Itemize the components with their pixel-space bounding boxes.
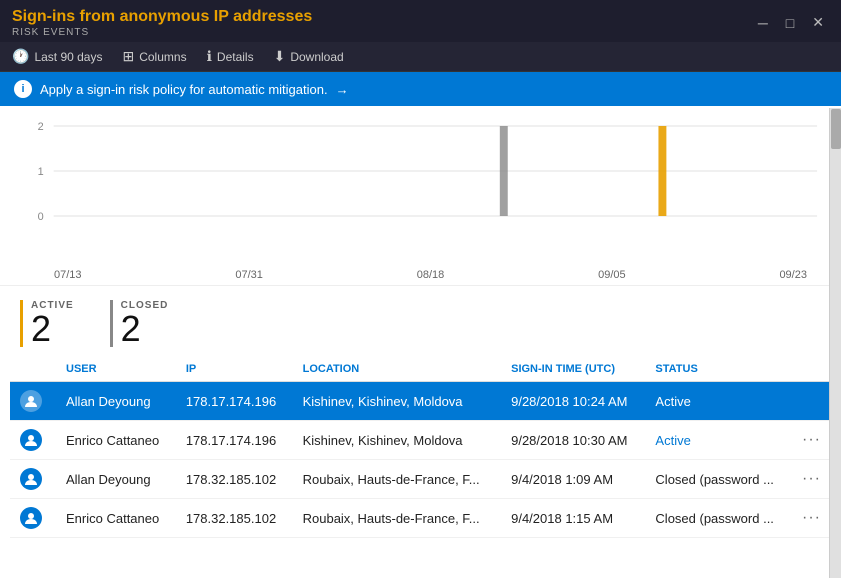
th-icon xyxy=(10,357,56,382)
scrollbar-thumb[interactable] xyxy=(831,109,841,149)
closed-value: 2 xyxy=(121,311,169,347)
active-stat: ACTIVE 2 xyxy=(20,300,94,347)
status-cell: Active xyxy=(645,382,792,421)
columns-button[interactable]: ⊞ Columns xyxy=(122,48,186,65)
maximize-button[interactable]: □ xyxy=(781,13,799,33)
signin-time: 9/28/2018 10:24 AM xyxy=(501,382,645,421)
banner-arrow[interactable]: → xyxy=(336,82,349,97)
active-value: 2 xyxy=(31,311,74,347)
row-menu-cell[interactable]: ··· xyxy=(792,460,831,499)
th-location: LOCATION xyxy=(293,357,502,382)
scrollbar[interactable] xyxy=(829,108,841,578)
info-banner: i Apply a sign-in risk policy for automa… xyxy=(0,72,841,106)
titlebar: Sign-ins from anonymous IP addresses RIS… xyxy=(0,0,841,42)
user-avatar xyxy=(20,390,42,412)
user-name: Allan Deyoung xyxy=(56,382,176,421)
x-label-1: 07/13 xyxy=(54,269,82,281)
signin-time: 9/4/2018 1:09 AM xyxy=(501,460,645,499)
close-button[interactable]: ✕ xyxy=(807,12,829,33)
th-user: USER xyxy=(56,357,176,382)
banner-text: Apply a sign-in risk policy for automati… xyxy=(40,82,328,97)
window-title: Sign-ins from anonymous IP addresses xyxy=(12,8,312,26)
table-row[interactable]: Enrico Cattaneo 178.17.174.196 Kishinev,… xyxy=(10,421,831,460)
user-icon-cell xyxy=(10,382,56,421)
table-container: USER IP LOCATION SIGN-IN TIME (UTC) STAT… xyxy=(0,357,841,538)
subtitle: RISK EVENTS xyxy=(12,27,312,38)
status-cell: Closed (password ... xyxy=(645,460,792,499)
clock-icon: 🕐 xyxy=(12,48,29,65)
ip-address: 178.32.185.102 xyxy=(176,499,293,538)
details-label: Details xyxy=(217,50,254,64)
chart-svg: 2 1 0 xyxy=(14,116,827,266)
columns-icon: ⊞ xyxy=(122,48,134,65)
svg-text:0: 0 xyxy=(38,211,44,223)
user-avatar xyxy=(20,429,42,451)
last90days-button[interactable]: 🕐 Last 90 days xyxy=(12,48,102,65)
x-label-5: 09/23 xyxy=(779,269,807,281)
row-menu-cell[interactable]: ··· xyxy=(792,499,831,538)
minimize-button[interactable]: ─ xyxy=(753,13,773,33)
svg-text:1: 1 xyxy=(38,166,44,178)
events-table: USER IP LOCATION SIGN-IN TIME (UTC) STAT… xyxy=(10,357,831,538)
status-cell: Active xyxy=(645,421,792,460)
ip-address: 178.17.174.196 xyxy=(176,382,293,421)
row-menu-button[interactable]: ··· xyxy=(802,509,821,526)
location: Kishinev, Kishinev, Moldova xyxy=(293,421,502,460)
row-menu-cell[interactable]: ··· xyxy=(792,421,831,460)
user-icon-cell xyxy=(10,499,56,538)
row-menu-button[interactable]: ··· xyxy=(802,470,821,487)
chart-area: 2 1 0 07/13 07/31 08/18 09/05 09/23 xyxy=(0,106,841,286)
info-icon: ℹ xyxy=(207,48,212,65)
chart-x-labels: 07/13 07/31 08/18 09/05 09/23 xyxy=(14,269,827,281)
user-avatar xyxy=(20,468,42,490)
ip-address: 178.17.174.196 xyxy=(176,421,293,460)
th-signin-time: SIGN-IN TIME (UTC) xyxy=(501,357,645,382)
columns-label: Columns xyxy=(139,50,186,64)
x-label-2: 07/31 xyxy=(235,269,263,281)
signin-time: 9/4/2018 1:15 AM xyxy=(501,499,645,538)
info-circle-icon: i xyxy=(14,80,32,98)
download-button[interactable]: ⬇ Download xyxy=(274,48,344,65)
location: Kishinev, Kishinev, Moldova xyxy=(293,382,502,421)
title-highlight: anonymous IP addresses xyxy=(120,8,313,25)
location: Roubaix, Hauts-de-France, F... xyxy=(293,460,502,499)
download-label: Download xyxy=(290,50,343,64)
x-label-3: 08/18 xyxy=(417,269,445,281)
th-status: STATUS xyxy=(645,357,792,382)
user-name: Allan Deyoung xyxy=(56,460,176,499)
row-menu-cell xyxy=(792,382,831,421)
stats-row: ACTIVE 2 CLOSED 2 xyxy=(0,286,841,357)
window-controls[interactable]: ─ □ ✕ xyxy=(753,12,829,33)
user-name: Enrico Cattaneo xyxy=(56,421,176,460)
row-menu-button[interactable]: ··· xyxy=(802,431,821,448)
th-actions xyxy=(792,357,831,382)
table-header: USER IP LOCATION SIGN-IN TIME (UTC) STAT… xyxy=(10,357,831,382)
table-body: Allan Deyoung 178.17.174.196 Kishinev, K… xyxy=(10,382,831,538)
titlebar-left: Sign-ins from anonymous IP addresses RIS… xyxy=(12,8,312,38)
ip-address: 178.32.185.102 xyxy=(176,460,293,499)
table-row[interactable]: Allan Deyoung 178.17.174.196 Kishinev, K… xyxy=(10,382,831,421)
location: Roubaix, Hauts-de-France, F... xyxy=(293,499,502,538)
user-name: Enrico Cattaneo xyxy=(56,499,176,538)
signin-time: 9/28/2018 10:30 AM xyxy=(501,421,645,460)
details-button[interactable]: ℹ Details xyxy=(207,48,254,65)
x-label-4: 09/05 xyxy=(598,269,626,281)
download-icon: ⬇ xyxy=(274,48,286,65)
user-icon-cell xyxy=(10,421,56,460)
table-row[interactable]: Allan Deyoung 178.32.185.102 Roubaix, Ha… xyxy=(10,460,831,499)
user-avatar xyxy=(20,507,42,529)
th-ip: IP xyxy=(176,357,293,382)
last90days-label: Last 90 days xyxy=(34,50,102,64)
status-cell: Closed (password ... xyxy=(645,499,792,538)
svg-text:2: 2 xyxy=(38,121,44,133)
table-row[interactable]: Enrico Cattaneo 178.32.185.102 Roubaix, … xyxy=(10,499,831,538)
user-icon-cell xyxy=(10,460,56,499)
toolbar: 🕐 Last 90 days ⊞ Columns ℹ Details ⬇ Dow… xyxy=(0,42,841,72)
title-prefix: Sign-ins from xyxy=(12,8,120,25)
closed-stat: CLOSED 2 xyxy=(110,300,189,347)
